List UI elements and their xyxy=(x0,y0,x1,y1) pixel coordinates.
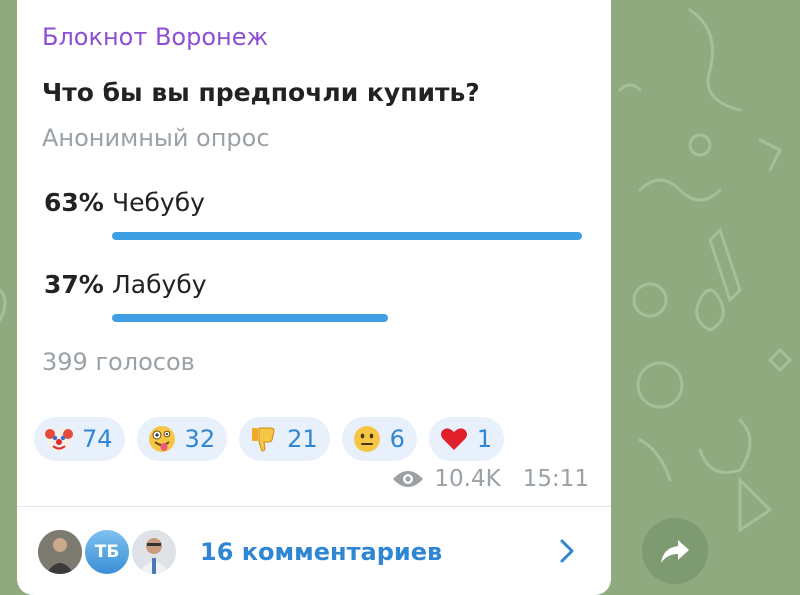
poll-option-2[interactable]: 37% Лабубу xyxy=(42,270,587,330)
views-count: 10.4K xyxy=(434,466,501,492)
reaction-count: 32 xyxy=(184,425,216,453)
share-button[interactable] xyxy=(642,518,708,584)
reaction-count: 6 xyxy=(389,425,405,453)
poll-option-bar-track xyxy=(112,314,582,322)
commenter-photo xyxy=(38,530,82,574)
poll-message-card: Блокнот Воронеж Что бы вы предпочли купи… xyxy=(17,0,611,595)
reaction-count: 21 xyxy=(287,425,318,453)
reaction-thumbs-down[interactable]: 21 xyxy=(239,417,330,461)
poll-option-percent: 63% xyxy=(44,188,104,217)
reaction-clown[interactable]: 74 xyxy=(34,417,125,461)
poll-option-bar xyxy=(112,314,388,322)
avatar xyxy=(35,527,85,577)
reaction-heart[interactable]: 1 xyxy=(428,417,505,461)
avatar-initials: ТБ xyxy=(82,527,132,577)
reaction-count: 74 xyxy=(82,425,113,453)
poll-type-label: Анонимный опрос xyxy=(42,124,270,152)
poll-option-1[interactable]: 63% Чебубу xyxy=(42,188,587,248)
poll-option-percent: 37% xyxy=(44,270,104,299)
reaction-zany[interactable]: 32 xyxy=(136,417,228,461)
reactions-bar: 74 32 21 6 1 xyxy=(34,417,505,461)
zany-face-icon xyxy=(148,426,175,452)
chevron-right-icon xyxy=(560,539,574,563)
poll-option-bar-track xyxy=(112,232,582,240)
views-eye-icon xyxy=(393,471,424,487)
poll-question: Что бы вы предпочли купить? xyxy=(42,78,480,107)
comments-link[interactable]: ТБ 16 комментариев xyxy=(17,507,611,595)
poll-option-label: Чебубу xyxy=(112,188,205,217)
thumbs-down-icon xyxy=(252,427,275,452)
clown-face-icon xyxy=(45,428,73,452)
channel-name[interactable]: Блокнот Воронеж xyxy=(42,23,268,51)
poll-option-bar xyxy=(112,232,582,240)
vote-count: 399 голосов xyxy=(42,348,195,376)
avatar xyxy=(129,527,179,577)
comments-count-label: 16 комментариев xyxy=(200,538,443,566)
message-meta: 10.4K 15:11 xyxy=(392,466,589,492)
message-time: 15:11 xyxy=(522,466,589,492)
commenter-photo xyxy=(132,530,176,574)
neutral-face-icon xyxy=(353,426,380,452)
poll-option-label: Лабубу xyxy=(112,270,207,299)
reaction-neutral[interactable]: 6 xyxy=(341,417,417,461)
share-arrow-icon xyxy=(661,540,689,563)
red-heart-icon xyxy=(440,428,467,450)
reaction-count: 1 xyxy=(476,425,493,453)
